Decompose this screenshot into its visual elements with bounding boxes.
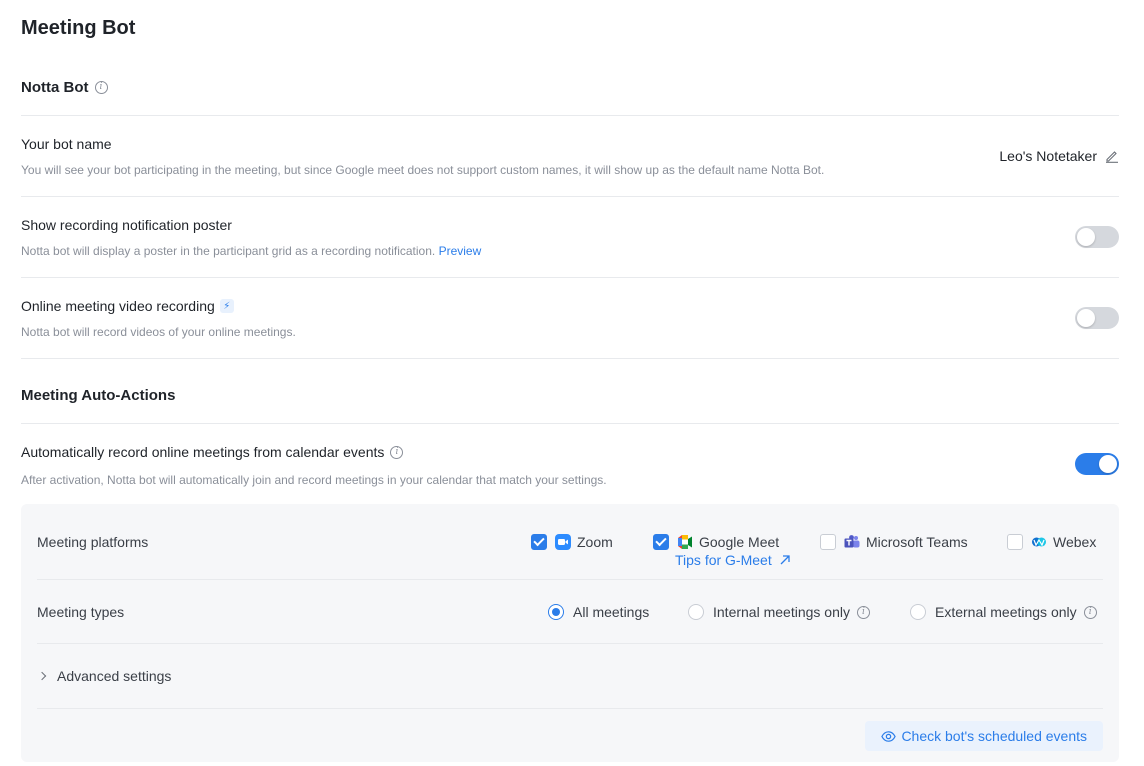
zoom-checkbox[interactable] [531,534,547,550]
tips-for-gmeet-link[interactable]: Tips for G-Meet [675,552,791,568]
lightning-icon: ⚡ [219,299,234,313]
advanced-settings-toggle[interactable]: Advanced settings [37,668,171,684]
internal-meetings-label: Internal meetings only [713,604,850,620]
video-recording-title: Online meeting video recording ⚡ [21,298,234,314]
eye-icon [881,730,897,742]
zoom-icon [555,534,571,550]
video-recording-toggle[interactable] [1075,307,1119,329]
panel-divider [37,708,1103,709]
external-link-arrow-icon [780,555,790,565]
google-meet-icon [678,535,692,549]
panel-divider [37,579,1103,580]
external-meetings-radio[interactable] [910,604,926,620]
all-meetings-label: All meetings [573,604,650,620]
info-icon[interactable]: i [390,445,404,459]
meeting-type-external[interactable]: External meetings only i [910,604,1097,620]
divider [21,196,1119,197]
toggle-knob [1077,309,1095,327]
video-recording-description: Notta bot will record videos of your onl… [21,325,296,339]
toggle-knob [1077,228,1095,246]
info-icon[interactable]: i [856,605,870,619]
meeting-platforms-label: Meeting platforms [37,534,149,550]
platform-option-google-meet[interactable]: Google Meet [653,534,779,550]
poster-title: Show recording notification poster [21,217,232,233]
all-meetings-radio[interactable] [548,604,564,620]
page-title: Meeting Bot [21,17,136,39]
bot-name-title: Your bot name [21,136,112,152]
zoom-label: Zoom [577,534,613,550]
auto-record-title: Automatically record online meetings fro… [21,444,404,460]
panel-divider [37,643,1103,644]
poster-description: Notta bot will display a poster in the p… [21,244,481,258]
bot-name-description: You will see your bot participating in t… [21,163,825,177]
bot-name-value: Leo's Notetaker [999,148,1097,164]
microsoft-teams-icon [844,535,860,548]
webex-checkbox[interactable] [1007,534,1023,550]
tips-for-gmeet-text: Tips for G-Meet [675,552,772,568]
poster-toggle[interactable] [1075,226,1119,248]
google-meet-label: Google Meet [699,534,780,550]
toggle-knob [1099,455,1117,473]
internal-meetings-radio[interactable] [688,604,704,620]
poster-description-text: Notta bot will display a poster in the p… [21,244,436,258]
preview-link[interactable]: Preview [439,244,482,258]
auto-record-title-text: Automatically record online meetings fro… [21,444,385,460]
auto-record-description: After activation, Notta bot will automat… [21,473,607,487]
google-meet-checkbox[interactable] [653,534,669,550]
check-scheduled-events-label: Check bot's scheduled events [901,728,1087,744]
meeting-type-internal[interactable]: Internal meetings only i [688,604,870,620]
microsoft-teams-checkbox[interactable] [820,534,836,550]
microsoft-teams-label: Microsoft Teams [866,534,968,550]
auto-actions-heading: Meeting Auto-Actions [21,387,176,404]
check-scheduled-events-button[interactable]: Check bot's scheduled events [865,721,1103,751]
notta-bot-heading-text: Notta Bot [21,79,89,96]
advanced-settings-label: Advanced settings [57,668,172,684]
info-icon[interactable]: i [1083,605,1097,619]
divider [21,423,1119,424]
auto-record-toggle[interactable] [1075,453,1119,475]
divider [21,358,1119,359]
info-icon[interactable]: i [94,81,108,94]
meeting-types-label: Meeting types [37,604,125,620]
external-meetings-label: External meetings only [935,604,1077,620]
notta-bot-heading: Notta Bot i [21,79,108,96]
platform-option-microsoft-teams[interactable]: Microsoft Teams [820,534,968,550]
edit-icon[interactable] [1105,149,1119,163]
webex-label: Webex [1053,534,1097,550]
chevron-right-icon [37,671,47,681]
meeting-type-all[interactable]: All meetings [548,604,649,620]
platform-option-webex[interactable]: Webex [1007,534,1096,550]
divider [21,277,1119,278]
bot-name-display[interactable]: Leo's Notetaker [999,148,1119,164]
divider [21,115,1119,116]
platform-option-zoom[interactable]: Zoom [531,534,613,550]
video-recording-title-text: Online meeting video recording [21,298,215,314]
webex-icon [1032,537,1046,547]
